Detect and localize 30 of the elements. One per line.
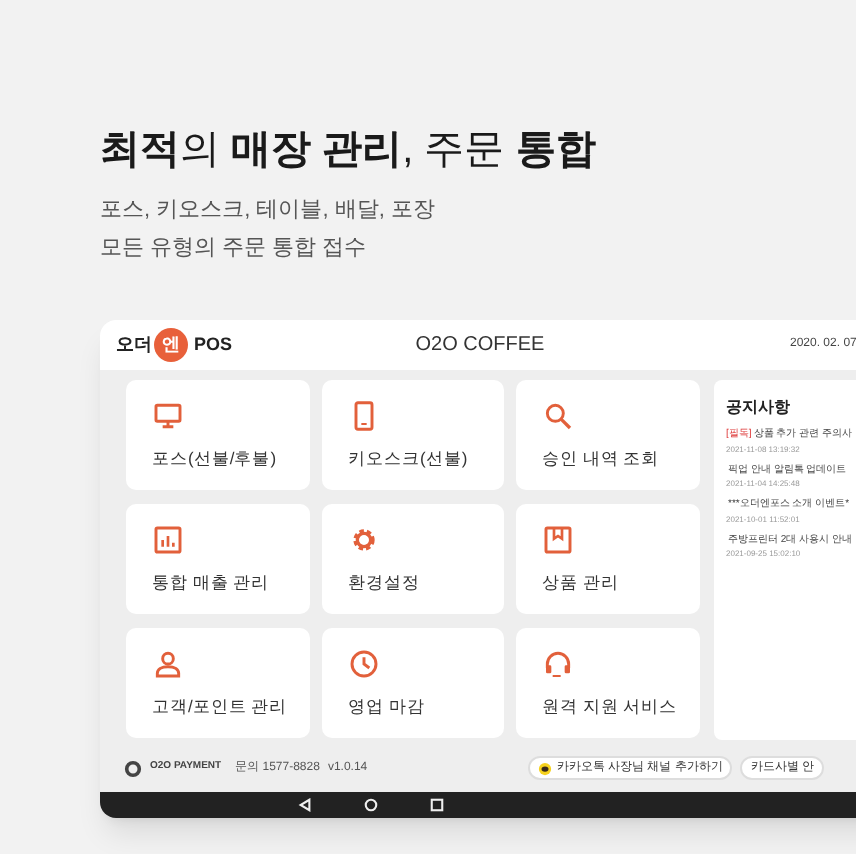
subtitle-line: 포스, 키오스크, 테이블, 배달, 포장 bbox=[100, 196, 437, 226]
menu-tile[interactable]: 승인 내역 조회 bbox=[516, 380, 700, 490]
menu-tile[interactable]: 고객/포인트 관리 bbox=[126, 628, 310, 738]
subtitle-line: 모든 유형의 주문 통합 접수 bbox=[100, 234, 369, 264]
chat-bubble-icon bbox=[538, 761, 553, 775]
logo-text: 오더 bbox=[116, 331, 152, 358]
headset-icon bbox=[542, 648, 574, 680]
menu-tile[interactable]: 통합 매출 관리 bbox=[126, 504, 310, 614]
store-name: O2O COFFEE bbox=[415, 332, 545, 360]
monitor-icon bbox=[152, 400, 184, 432]
menu-tile[interactable]: 원격 지원 서비스 bbox=[516, 628, 700, 738]
menu-tile[interactable]: 키오스크(선불) bbox=[322, 380, 504, 490]
settings-icon bbox=[348, 524, 380, 556]
logo-text: POS bbox=[194, 331, 233, 358]
notice-title: 공지사항 bbox=[726, 396, 792, 420]
menu-tile[interactable]: 환경설정 bbox=[322, 504, 504, 614]
clock-icon bbox=[348, 648, 380, 680]
logo-badge: 엔 bbox=[154, 328, 188, 362]
menu-tile[interactable]: 상품 관리 bbox=[516, 504, 700, 614]
menu-tile[interactable]: 영업 마감 bbox=[322, 628, 504, 738]
home-icon[interactable] bbox=[363, 798, 377, 812]
bar-chart-icon bbox=[152, 524, 184, 556]
payment-logo-icon bbox=[124, 759, 142, 777]
recent-apps-icon[interactable] bbox=[429, 798, 443, 812]
headline: 최적의 매장 관리, 주문 통합 bbox=[100, 126, 598, 176]
search-icon bbox=[542, 400, 574, 432]
menu-tile[interactable]: 포스(선불/후불) bbox=[126, 380, 310, 490]
person-icon bbox=[152, 648, 184, 680]
box-icon bbox=[542, 524, 574, 556]
back-icon[interactable] bbox=[297, 798, 311, 812]
